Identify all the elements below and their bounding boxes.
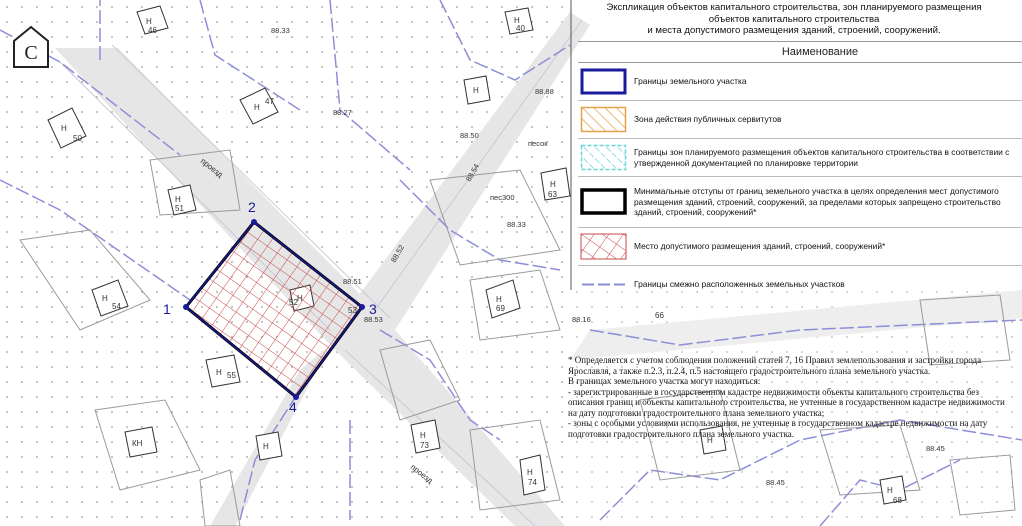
building-label: Н <box>175 195 181 204</box>
elevation-mark: 88.53 <box>364 315 383 324</box>
building-number: 69 <box>496 304 505 313</box>
building-number: 54 <box>112 302 121 311</box>
legend: Экспликация объектов капитального строит… <box>566 0 1022 526</box>
north-arrow: С <box>11 25 51 69</box>
building-number: 55 <box>227 371 236 380</box>
elevation-mark: 88.50 <box>460 131 479 140</box>
elevation-mark: 88.33 <box>271 26 290 35</box>
building-number: 50 <box>73 134 82 143</box>
elevation-mark: 88.33 <box>507 220 526 229</box>
building-number: 53 <box>348 306 357 315</box>
building-number: 47 <box>265 97 274 106</box>
pipe-label: пес300 <box>490 193 515 202</box>
building-label: Н <box>254 103 260 112</box>
elevation-mark: 88.51 <box>343 277 362 286</box>
legend-label: Границы зон планируемого размещения объе… <box>634 147 1010 168</box>
legend-row-plot-boundary: Границы земельного участка <box>578 63 1022 101</box>
legend-label: Место допустимого размещения зданий, стр… <box>634 241 886 252</box>
legend-label: Границы земельного участка <box>634 76 747 87</box>
building-number: 52 <box>289 298 298 307</box>
point-label-1: 1 <box>163 301 171 317</box>
legend-row-building-area: Место допустимого размещения зданий, стр… <box>578 228 1022 266</box>
legend-table: Наименование Границы земельного участка … <box>578 41 1022 303</box>
building-label: Н <box>216 368 222 377</box>
legend-title: Экспликация объектов капитального строит… <box>606 2 982 36</box>
legend-row-servitude: Зона действия публичных сервитутов <box>578 101 1022 139</box>
building-number: 51 <box>175 204 184 213</box>
legend-label: Минимальные отступы от границ земельного… <box>634 186 1001 218</box>
building-label: Н <box>496 295 502 304</box>
building-number: 46 <box>148 26 157 35</box>
legend-row-adjacent: Границы смежно расположенных земельных у… <box>578 266 1022 303</box>
boundary-point[interactable] <box>359 304 365 310</box>
building-label: Н <box>102 294 108 303</box>
legend-label: Зона действия публичных сервитутов <box>634 114 782 125</box>
setback-swatch <box>580 188 627 215</box>
legend-row-planned-zone: Границы зон планируемого размещения объе… <box>578 139 1022 177</box>
building-number: 40 <box>516 24 525 33</box>
building-label: Н <box>146 17 152 26</box>
building-label: Н <box>420 431 426 440</box>
building-label: Н <box>527 468 533 477</box>
building-label: Н <box>61 124 67 133</box>
north-letter: С <box>24 42 37 64</box>
elevation-mark: 88.88 <box>535 87 554 96</box>
building-number: 63 <box>548 190 557 199</box>
adjacent-swatch <box>582 283 625 286</box>
building-number: 74 <box>528 478 537 487</box>
legend-header: Наименование <box>578 42 1022 63</box>
legend-label: Границы смежно расположенных земельных у… <box>634 279 845 290</box>
building-label: КН <box>132 439 143 448</box>
map-sheet: 1 2 3 4 Н Н Н Н Н Н Н Н Н Н Н Н Н Н КН Н… <box>0 0 1022 526</box>
point-label-4: 4 <box>289 399 297 415</box>
point-label-2: 2 <box>248 199 256 215</box>
building-label: Н <box>473 86 479 95</box>
boundary-point[interactable] <box>183 304 189 310</box>
planned-zone-swatch <box>580 144 627 171</box>
legend-footnote: * Определяется с учетом соблюдения полож… <box>568 355 1005 439</box>
plot-boundary-swatch <box>580 68 627 95</box>
building-label: Н <box>263 442 269 451</box>
building-area-swatch <box>580 233 627 260</box>
legend-row-setback: Минимальные отступы от границ земельного… <box>578 177 1022 228</box>
building-number: 73 <box>420 441 429 450</box>
building-label: Н <box>550 180 556 189</box>
boundary-point[interactable] <box>251 219 257 225</box>
servitude-swatch <box>580 106 627 133</box>
elevation-mark: 88.27 <box>333 108 352 117</box>
soil-label: песок <box>528 139 548 148</box>
